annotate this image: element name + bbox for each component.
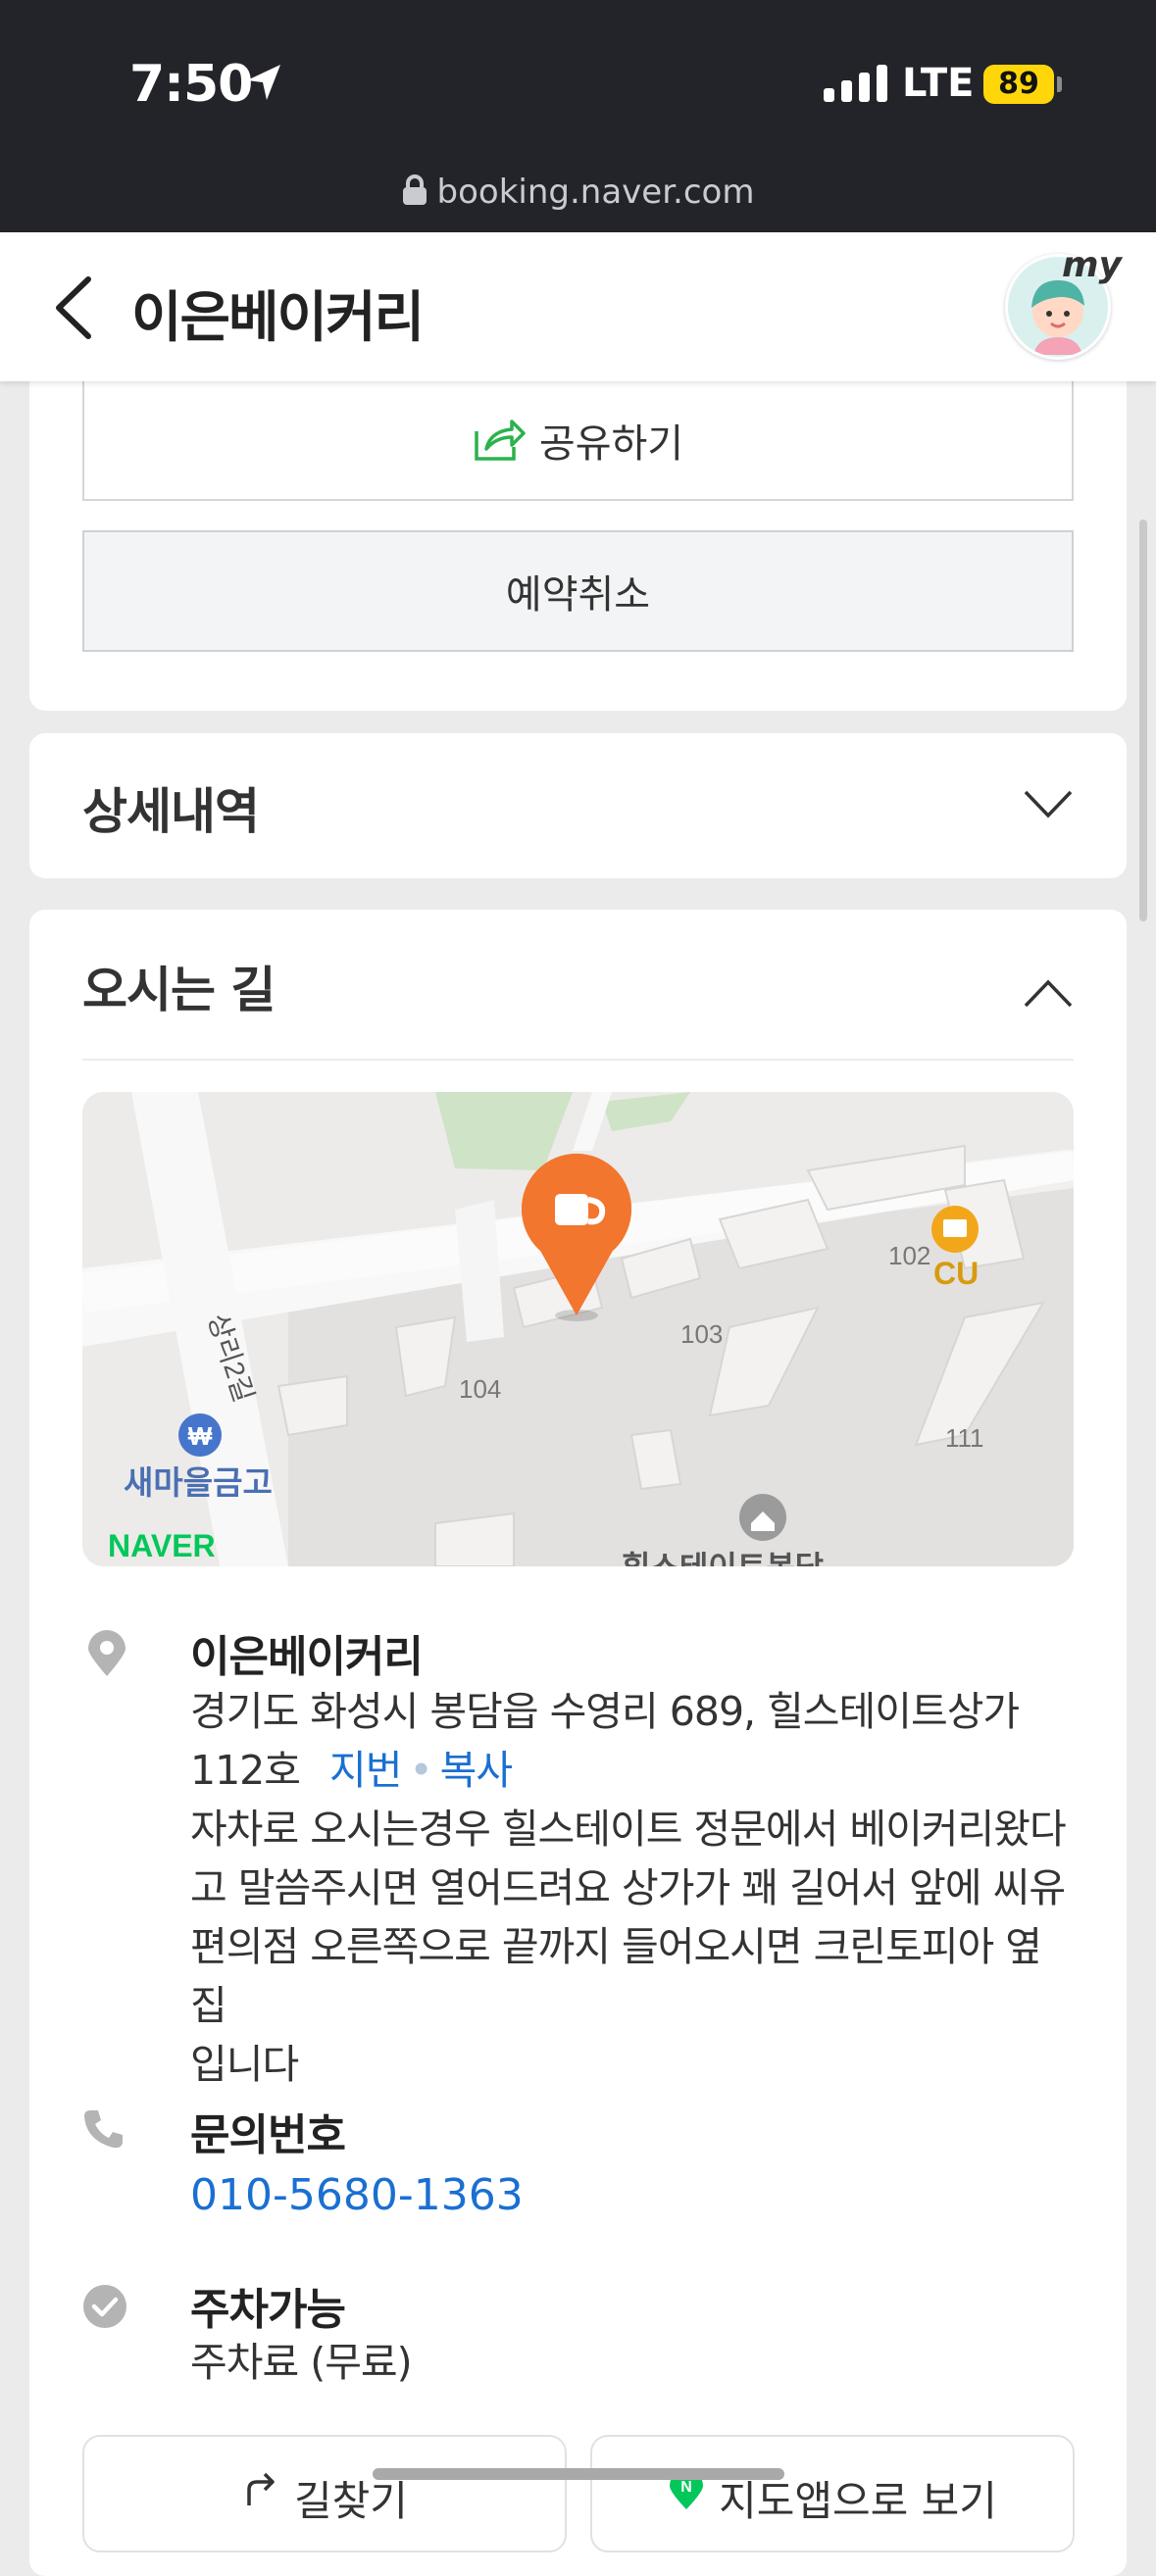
details-title: 상세내역 <box>82 783 260 840</box>
parking-label: 주차가능 <box>190 2285 346 2335</box>
contact-label: 문의번호 <box>190 2110 346 2160</box>
place-address: 경기도 화성시 봉담읍 수영리 689, 힐스테이트상가 112호 지번 • 복사 … <box>190 1682 1074 2094</box>
place-name: 이은베이커리 <box>190 1632 424 1682</box>
map-building-104: 104 <box>459 1374 501 1404</box>
cancel-reservation-button[interactable]: 예약취소 <box>82 530 1074 652</box>
cancel-label: 예약취소 <box>505 572 651 618</box>
phone-icon <box>84 2110 123 2149</box>
address-line-1: 경기도 화성시 봉담읍 수영리 689, 힐스테이트상가 <box>190 1688 1020 1735</box>
map-building-102: 102 <box>888 1241 930 1270</box>
route-icon <box>247 2472 275 2505</box>
location-arrow-icon <box>247 65 280 100</box>
network-type: LTE <box>902 61 975 106</box>
check-circle-icon <box>83 2285 126 2328</box>
directions-card: 오시는 길 상리2길 103 104 102 111 CU ₩ 새마을금고 NA… <box>29 910 1127 2576</box>
svg-text:N: N <box>680 2479 692 2496</box>
map-graphic: 상리2길 103 104 102 111 CU ₩ 새마을금고 힐스테이트봉담 … <box>82 1092 1074 1566</box>
map-apartment-label: 힐스테이트봉담 <box>622 1549 824 1566</box>
map-store-label: CU <box>933 1256 979 1291</box>
route-button[interactable]: 길찾기 <box>82 2435 567 2552</box>
scrollbar[interactable] <box>1139 520 1147 921</box>
chevron-down-icon[interactable] <box>1023 788 1074 819</box>
my-label: my <box>1062 245 1122 285</box>
page-header: 이은베이커리 <box>0 232 1156 381</box>
phone-number-link[interactable]: 010-5680-1363 <box>190 2170 524 2220</box>
directions-note-line-1: 자차로 오시는경우 힐스테이트 정문에서 베이커리왔다 <box>190 1806 1067 1853</box>
link-separator: • <box>409 1747 432 1794</box>
chevron-up-icon[interactable] <box>1023 978 1074 1010</box>
directions-note-line-2: 고 말씀주시면 열어드려요 상가가 꽤 길어서 앞에 씨유 <box>190 1864 1066 1911</box>
share-icon <box>475 420 526 461</box>
url-bar[interactable]: booking.naver.com <box>0 173 1156 212</box>
copy-link[interactable]: 복사 <box>440 1747 513 1794</box>
share-label: 공유하기 <box>538 421 684 467</box>
map-bank-label: 새마을금고 <box>124 1463 273 1502</box>
location-map[interactable]: 상리2길 103 104 102 111 CU ₩ 새마을금고 힐스테이트봉담 … <box>82 1092 1074 1566</box>
signal-icon <box>824 65 887 102</box>
map-app-button[interactable]: N 지도앱으로 보기 <box>590 2435 1075 2552</box>
section-divider <box>82 1059 1074 1061</box>
url-text: booking.naver.com <box>436 173 755 212</box>
contact-info: 문의번호 010-5680-1363 <box>82 2100 1074 2220</box>
place-info: 이은베이커리 경기도 화성시 봉담읍 수영리 689, 힐스테이트상가 112호… <box>82 1621 1074 2088</box>
share-button[interactable]: 공유하기 <box>82 379 1074 501</box>
address-line-2-row: 112호 지번 • 복사 <box>190 1741 1074 1800</box>
details-card[interactable]: 상세내역 <box>29 733 1127 878</box>
battery-tip <box>1057 76 1062 92</box>
battery-icon: 89 <box>983 65 1054 104</box>
svg-text:₩: ₩ <box>188 1421 213 1451</box>
lock-icon <box>402 174 427 205</box>
home-indicator[interactable] <box>373 2468 784 2480</box>
status-bar: 7:50 LTE 89 booking.naver.com <box>0 0 1156 232</box>
directions-note-line-4: 입니다 <box>190 2041 299 2088</box>
parking-fee: 주차료 (무료) <box>190 2339 413 2386</box>
naver-logo: NAVER <box>108 1528 216 1563</box>
directions-note-line-3: 편의점 오른쪽으로 끝까지 들어오시면 크린토피아 옆집 <box>190 1923 1042 2029</box>
address-line-2: 112호 <box>190 1747 301 1794</box>
map-building-103: 103 <box>680 1319 723 1349</box>
page-title: 이은베이커리 <box>131 286 425 350</box>
map-building-111: 111 <box>945 1423 984 1453</box>
status-time: 7:50 <box>129 55 253 114</box>
back-arrow-icon[interactable] <box>49 273 98 342</box>
parking-info: 주차가능 주차료 (무료) <box>82 2274 1074 2392</box>
actions-card: 공유하기 예약취소 <box>29 379 1127 711</box>
directions-title: 오시는 길 <box>82 962 276 1018</box>
map-marker-icon <box>88 1630 126 1676</box>
jibun-link[interactable]: 지번 <box>329 1747 402 1794</box>
